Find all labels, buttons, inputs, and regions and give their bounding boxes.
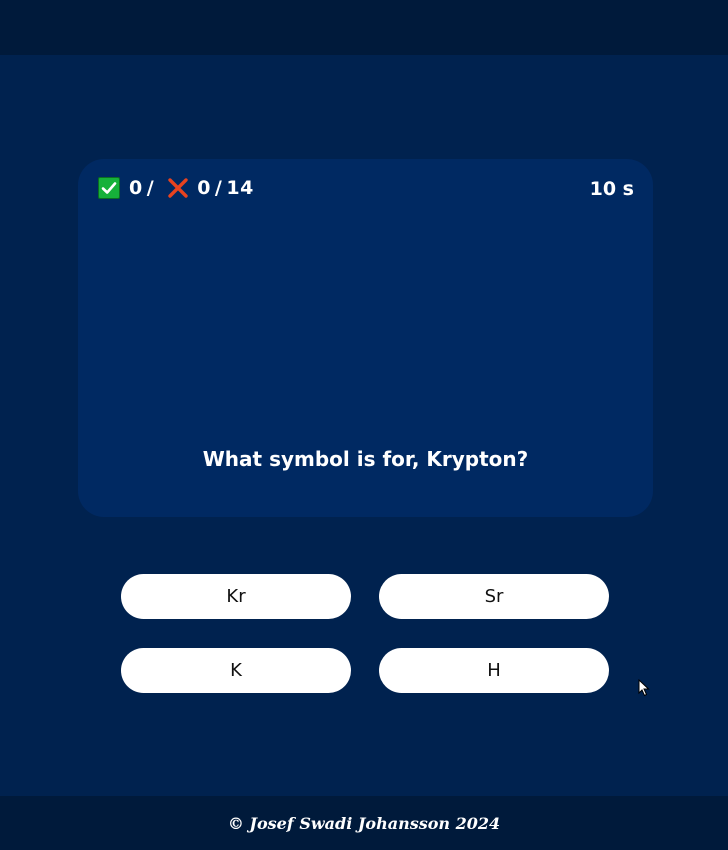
- cross-icon: [167, 177, 189, 199]
- wrong-count: 0: [197, 177, 211, 199]
- copyright-text: © Josef Swadi Johansson 2024: [227, 813, 501, 833]
- answer-button-1[interactable]: Kr: [121, 574, 351, 619]
- answer-button-2[interactable]: Sr: [379, 574, 609, 619]
- mouse-cursor-icon: [638, 679, 650, 697]
- score-separator: /: [146, 177, 155, 199]
- question-text: What symbol is for, Krypton?: [202, 447, 529, 471]
- check-icon: [98, 177, 120, 199]
- footer: © Josef Swadi Johansson 2024: [0, 796, 728, 850]
- score-separator: /: [214, 177, 223, 199]
- total-count: 14: [226, 177, 254, 199]
- correct-count: 0: [129, 177, 143, 199]
- question-card: 0 / 0 / 14 10 s What symbol is for, Kryp…: [78, 159, 653, 517]
- main-area: 0 / 0 / 14 10 s What symbol is for, Kryp…: [0, 55, 728, 796]
- timer: 10 s: [589, 178, 634, 200]
- answer-button-3[interactable]: K: [121, 648, 351, 693]
- score-panel: 0 / 0 / 14: [98, 177, 254, 199]
- answer-button-4[interactable]: H: [379, 648, 609, 693]
- top-bar: [0, 0, 728, 55]
